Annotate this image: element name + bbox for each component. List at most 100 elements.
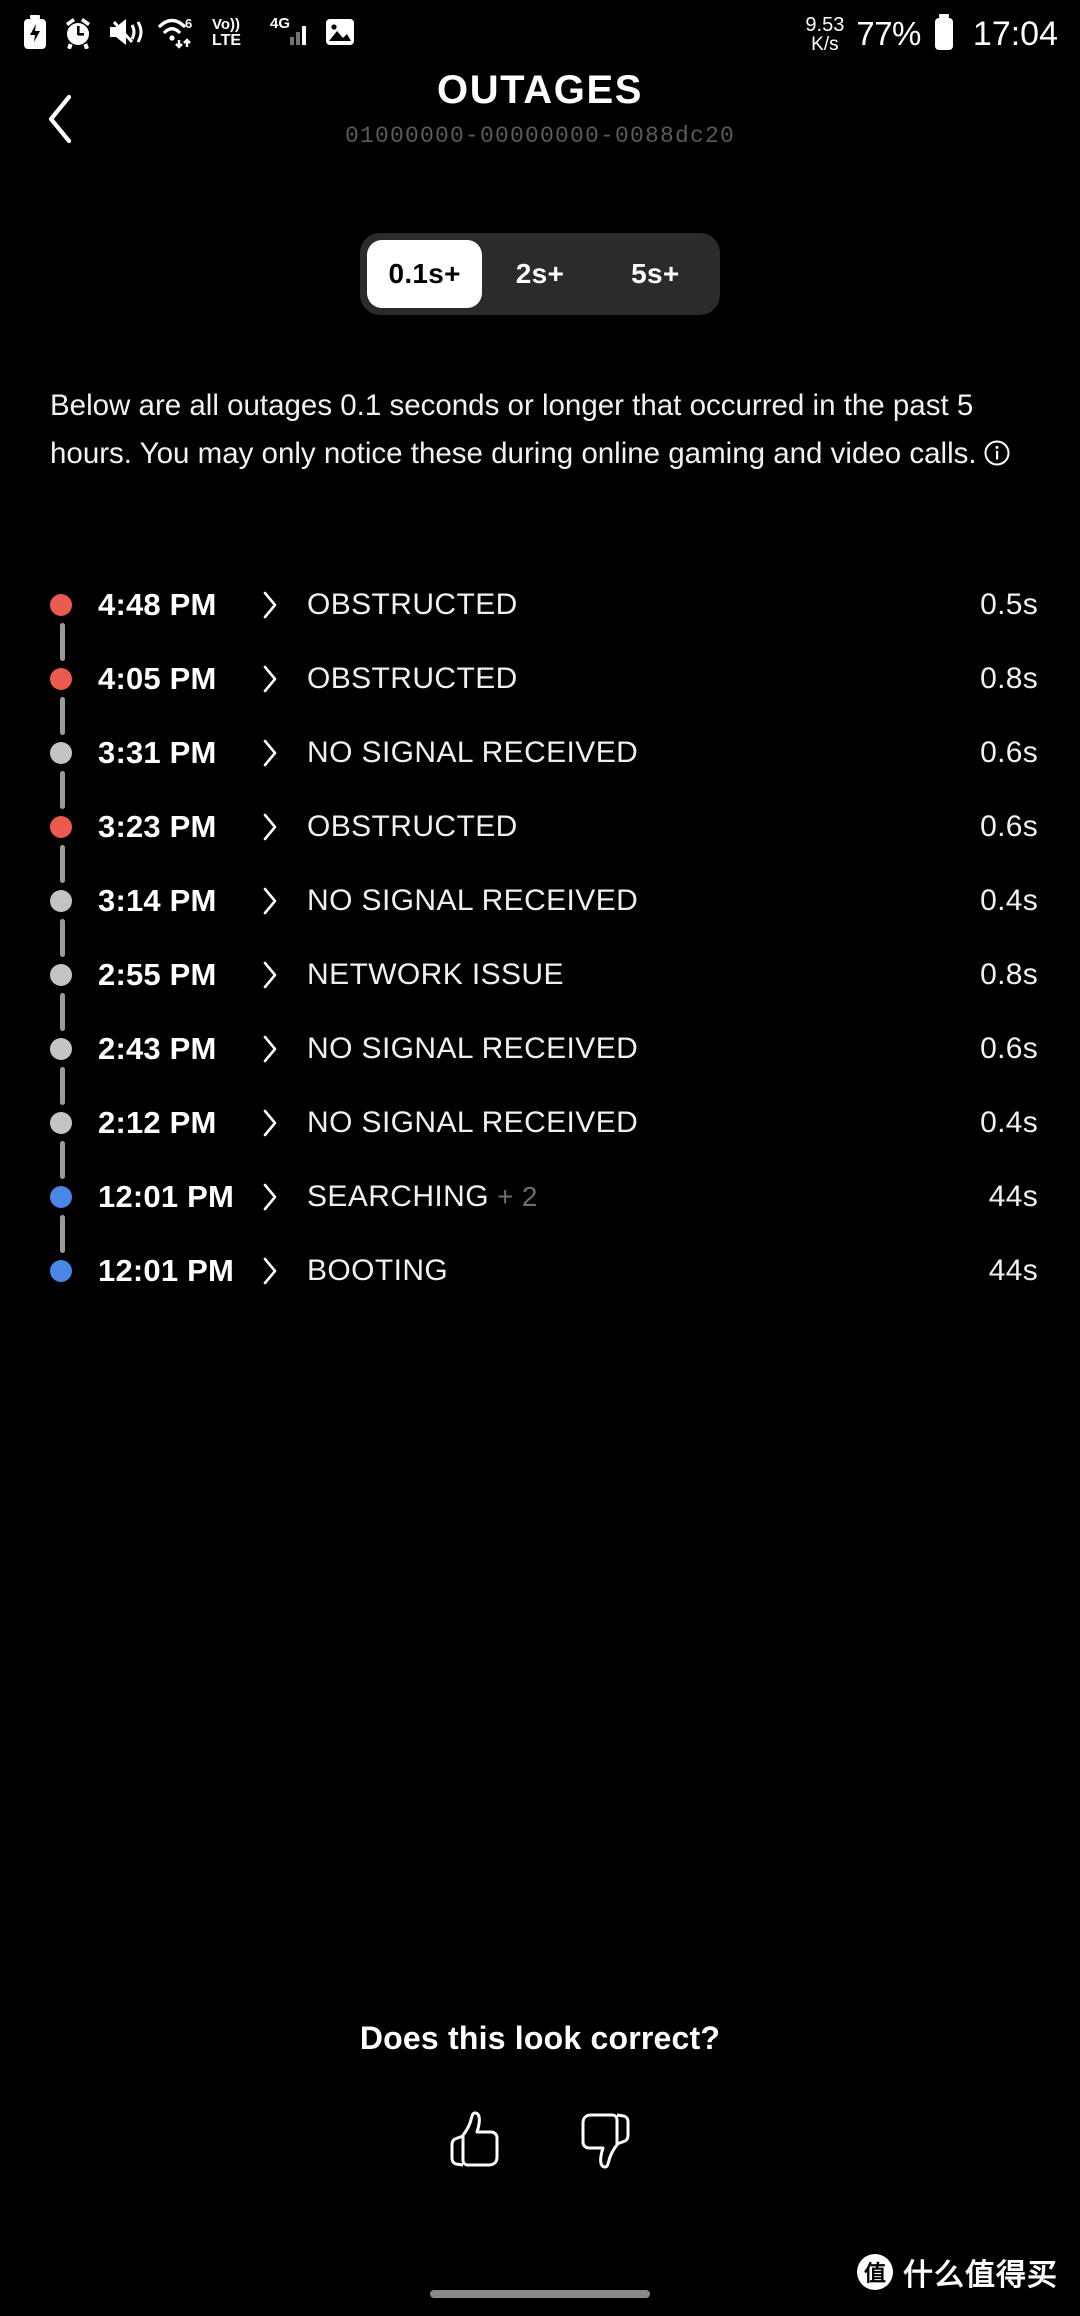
alarm-icon (62, 15, 94, 54)
status-bar-right: 9.53 K/s 77% 17:04 (805, 13, 1058, 55)
device-id-label: 01000000-00000000-0088dc20 (344, 123, 736, 149)
timeline-marker (50, 668, 98, 690)
outage-row[interactable]: 12:01 PM BOOTING 44s (0, 1234, 1080, 1308)
signal-4g-icon: 4G (270, 15, 310, 54)
duration-filter: 0.1s+ 2s+ 5s+ (0, 233, 1080, 315)
outage-reason-wrap: NO SIGNAL RECEIVED (307, 1106, 980, 1140)
svg-text:6: 6 (185, 16, 192, 31)
page-header: OUTAGES 01000000-00000000-0088dc20 (0, 68, 1080, 178)
watermark-text: 什么值得买 (903, 2258, 1058, 2293)
home-indicator[interactable] (430, 2290, 650, 2298)
outage-reason: NO SIGNAL RECEIVED (307, 736, 639, 769)
status-dot-network-issue (50, 964, 72, 986)
outage-row[interactable]: 2:55 PM NETWORK ISSUE 0.8s (0, 938, 1080, 1012)
segmented-control[interactable]: 0.1s+ 2s+ 5s+ (360, 233, 720, 315)
feedback-question: Does this look correct? (359, 2020, 721, 2056)
wifi-6-icon: 6 (158, 15, 198, 54)
network-speed-indicator: 9.53 K/s (805, 15, 844, 54)
status-dot-searching (50, 1186, 72, 1208)
outage-duration: 0.8s (980, 958, 1038, 991)
outage-duration: 0.6s (980, 736, 1038, 769)
outage-row[interactable]: 2:43 PM NO SIGNAL RECEIVED 0.6s (0, 1012, 1080, 1086)
outage-duration: 44s (988, 1180, 1038, 1213)
status-dot-no-signal (50, 1112, 72, 1134)
outage-reason-wrap: NO SIGNAL RECEIVED (307, 1032, 980, 1066)
outage-reason: NO SIGNAL RECEIVED (307, 1106, 639, 1139)
outage-reason-wrap: OBSTRUCTED (307, 662, 980, 696)
network-speed-unit: K/s (811, 33, 839, 55)
thumbs-down-button[interactable] (561, 2099, 647, 2185)
network-speed-value: 9.53 (805, 13, 845, 36)
watermark: 值 什么值得买 (857, 2250, 1058, 2294)
segment-2s[interactable]: 2s+ (482, 240, 597, 308)
outage-duration: 0.5s (980, 588, 1038, 621)
outage-reason-wrap: SEARCHING + 2 (307, 1180, 989, 1214)
thumbs-down-icon (574, 2109, 634, 2176)
chevron-right-icon (261, 886, 307, 916)
page-title: OUTAGES (436, 68, 644, 112)
outage-duration: 44s (988, 1254, 1038, 1287)
outage-duration: 0.4s (980, 884, 1038, 917)
timeline-marker (50, 890, 98, 912)
status-bar: 6 Vo)) LTE 4G 9.53 K/s 77% 17:04 (0, 0, 1080, 68)
outage-row[interactable]: 3:14 PM NO SIGNAL RECEIVED 0.4s (0, 864, 1080, 938)
status-dot-obstructed (50, 594, 72, 616)
svg-text:4G: 4G (270, 15, 290, 32)
thumbs-up-button[interactable] (433, 2099, 519, 2185)
outage-reason-wrap: NO SIGNAL RECEIVED (307, 884, 980, 918)
timeline-marker (50, 1038, 98, 1060)
battery-icon (933, 13, 955, 55)
timeline-marker (50, 816, 98, 838)
timeline-marker (50, 1112, 98, 1134)
outage-list: 4:48 PM OBSTRUCTED 0.5s 4:05 PM OBSTRUCTED 0.… (0, 568, 1080, 1308)
outage-reason: OBSTRUCTED (307, 810, 518, 843)
outage-time: 4:48 PM (98, 587, 217, 622)
chevron-right-icon (261, 1034, 307, 1064)
description-block: Below are all outages 0.1 seconds or lon… (50, 382, 1038, 482)
status-bar-clock: 17:04 (972, 14, 1058, 53)
battery-percent-label: 77% (856, 15, 921, 52)
outage-time: 2:43 PM (98, 1031, 217, 1066)
timeline-marker (50, 594, 98, 616)
chevron-right-icon (261, 738, 307, 768)
chevron-right-icon (261, 590, 307, 620)
outage-reason-wrap: OBSTRUCTED (307, 810, 980, 844)
app-screen: 6 Vo)) LTE 4G 9.53 K/s 77% 17:04 OUTAGES… (0, 0, 1080, 2316)
outage-row[interactable]: 2:12 PM NO SIGNAL RECEIVED 0.4s (0, 1086, 1080, 1160)
chevron-right-icon (261, 664, 307, 694)
outage-row[interactable]: 12:01 PM SEARCHING + 2 44s (0, 1160, 1080, 1234)
thumbs-up-icon (446, 2109, 506, 2176)
title-block: OUTAGES 01000000-00000000-0088dc20 (0, 68, 1080, 149)
outage-time: 3:23 PM (98, 809, 217, 844)
status-dot-obstructed (50, 816, 72, 838)
outage-row[interactable]: 3:31 PM NO SIGNAL RECEIVED 0.6s (0, 716, 1080, 790)
timeline-marker (50, 1260, 98, 1282)
status-dot-no-signal (50, 1038, 72, 1060)
chevron-right-icon (261, 960, 307, 990)
outage-reason-wrap: BOOTING (307, 1254, 989, 1288)
outage-time: 2:55 PM (98, 957, 217, 992)
timeline-marker (50, 1186, 98, 1208)
outage-reason: SEARCHING (307, 1180, 489, 1213)
outage-row[interactable]: 4:48 PM OBSTRUCTED 0.5s (0, 568, 1080, 642)
outage-row[interactable]: 3:23 PM OBSTRUCTED 0.6s (0, 790, 1080, 864)
outage-reason-wrap: NETWORK ISSUE (307, 958, 980, 992)
timeline-marker (50, 964, 98, 986)
segment-5s[interactable]: 5s+ (598, 240, 713, 308)
outage-reason: OBSTRUCTED (307, 662, 518, 695)
outage-row[interactable]: 4:05 PM OBSTRUCTED 0.8s (0, 642, 1080, 716)
svg-text:LTE: LTE (212, 32, 241, 49)
outage-reason: NETWORK ISSUE (307, 958, 564, 991)
status-dot-no-signal (50, 890, 72, 912)
outage-reason-wrap: NO SIGNAL RECEIVED (307, 736, 980, 770)
outage-time: 3:14 PM (98, 883, 217, 918)
info-icon[interactable] (983, 434, 1011, 482)
outage-time: 2:12 PM (98, 1105, 217, 1140)
segment-0-1s[interactable]: 0.1s+ (367, 240, 483, 308)
outage-duration: 0.6s (980, 1032, 1038, 1065)
timeline-marker (50, 742, 98, 764)
outage-time: 12:01 PM (98, 1253, 234, 1288)
status-dot-booting (50, 1260, 72, 1282)
outage-duration: 0.4s (980, 1106, 1038, 1139)
outage-reason-wrap: OBSTRUCTED (307, 588, 980, 622)
